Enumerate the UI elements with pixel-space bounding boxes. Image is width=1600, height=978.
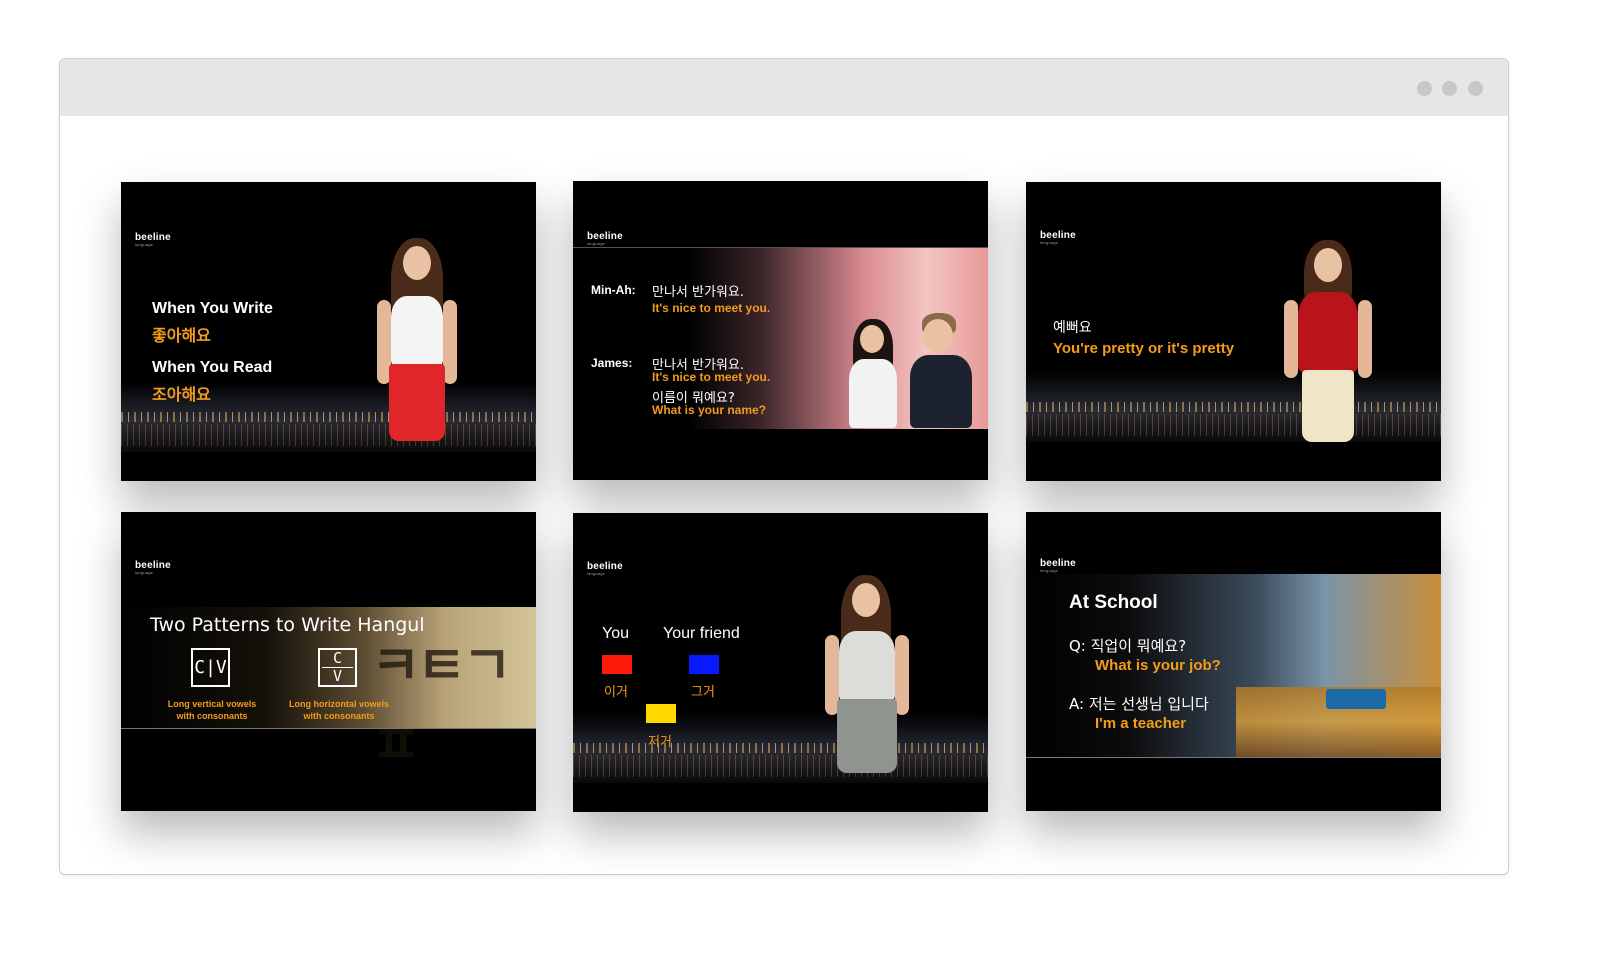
question-korean: Q: 직업이 뭐예요? bbox=[1069, 637, 1187, 655]
speaker-label: James: bbox=[591, 356, 633, 370]
cv-horizontal-box: C V bbox=[318, 648, 357, 687]
window-titlebar bbox=[60, 59, 1508, 116]
dialogue-english: It's nice to meet you. bbox=[652, 301, 771, 315]
presenter-image bbox=[821, 575, 913, 773]
word-that: 그거 bbox=[691, 685, 715, 700]
lesson-thumbnail-dialogue[interactable]: beeline language Min-Ah: 만나서 반가워요. It's n… bbox=[573, 181, 988, 480]
slide-text-korean: 좋아해요 bbox=[152, 326, 211, 345]
answer-english: I'm a teacher bbox=[1095, 715, 1187, 732]
slide-text: When You Read bbox=[152, 359, 273, 376]
beeline-logo: beeline language bbox=[1040, 558, 1076, 573]
blue-swatch bbox=[689, 655, 719, 674]
pattern-caption: Long horizontal vowels with consonants bbox=[288, 699, 389, 721]
city-skyline-background bbox=[573, 713, 988, 783]
slide-text-korean: 조아해요 bbox=[152, 385, 211, 404]
city-skyline-background bbox=[1026, 372, 1441, 442]
pattern-caption: Long vertical vowels with consonants bbox=[167, 699, 257, 721]
presenter-image bbox=[373, 238, 465, 441]
yellow-swatch bbox=[646, 704, 676, 723]
dialogue-korean: 만나서 반가워요. bbox=[652, 285, 744, 300]
red-swatch bbox=[602, 655, 632, 674]
slide-text: When You Write bbox=[152, 300, 273, 317]
lesson-thumbnail-at-school[interactable]: beeline language At School Q: 직업이 뭐예요? Wh… bbox=[1026, 512, 1441, 811]
slide-title: Two Patterns to Write Hangul bbox=[150, 614, 425, 636]
window-control-dot[interactable] bbox=[1417, 81, 1432, 96]
answer-korean: A: 저는 선생님 입니다 bbox=[1069, 695, 1209, 713]
dialogue-english: What is your name? bbox=[652, 403, 767, 417]
lesson-thumbnail-pretty[interactable]: beeline language 예뻐요 You're pretty or it'… bbox=[1026, 182, 1441, 481]
word-that-over-there: 저거 bbox=[648, 735, 672, 750]
word-this: 이거 bbox=[604, 685, 628, 700]
window-control-dot[interactable] bbox=[1468, 81, 1483, 96]
question-english: What is your job? bbox=[1095, 657, 1221, 674]
slide-text-korean: 예뻐요 bbox=[1053, 320, 1092, 336]
lesson-thumbnail-write-read[interactable]: beeline language When You Write 좋아해요 When… bbox=[121, 182, 536, 481]
lesson-thumbnail-hangul-patterns[interactable]: beeline language ㅋㅌㄱㅍ Two Patterns to Wri… bbox=[121, 512, 536, 811]
beeline-logo: beeline language bbox=[587, 231, 623, 246]
lesson-thumbnail-demonstratives[interactable]: beeline language You Your friend 이거 그거 저거 bbox=[573, 513, 988, 812]
beeline-logo: beeline language bbox=[135, 232, 171, 247]
dialogue-english: It's nice to meet you. bbox=[652, 370, 771, 384]
beeline-logo: beeline language bbox=[1040, 230, 1076, 245]
slide-text-english: You're pretty or it's pretty bbox=[1053, 340, 1235, 357]
cv-vertical-box: C|V bbox=[191, 648, 230, 687]
window-control-dot[interactable] bbox=[1442, 81, 1457, 96]
label-you: You bbox=[602, 625, 629, 642]
presenter-image bbox=[1280, 240, 1376, 442]
truck-decoration bbox=[1326, 689, 1386, 709]
label-your-friend: Your friend bbox=[663, 625, 740, 642]
actor-woman-image bbox=[845, 319, 905, 428]
speaker-label: Min-Ah: bbox=[591, 283, 636, 297]
actor-man-image bbox=[908, 313, 974, 428]
slide-title: At School bbox=[1069, 592, 1158, 613]
beeline-logo: beeline language bbox=[587, 561, 623, 576]
beeline-logo: beeline language bbox=[135, 560, 171, 575]
